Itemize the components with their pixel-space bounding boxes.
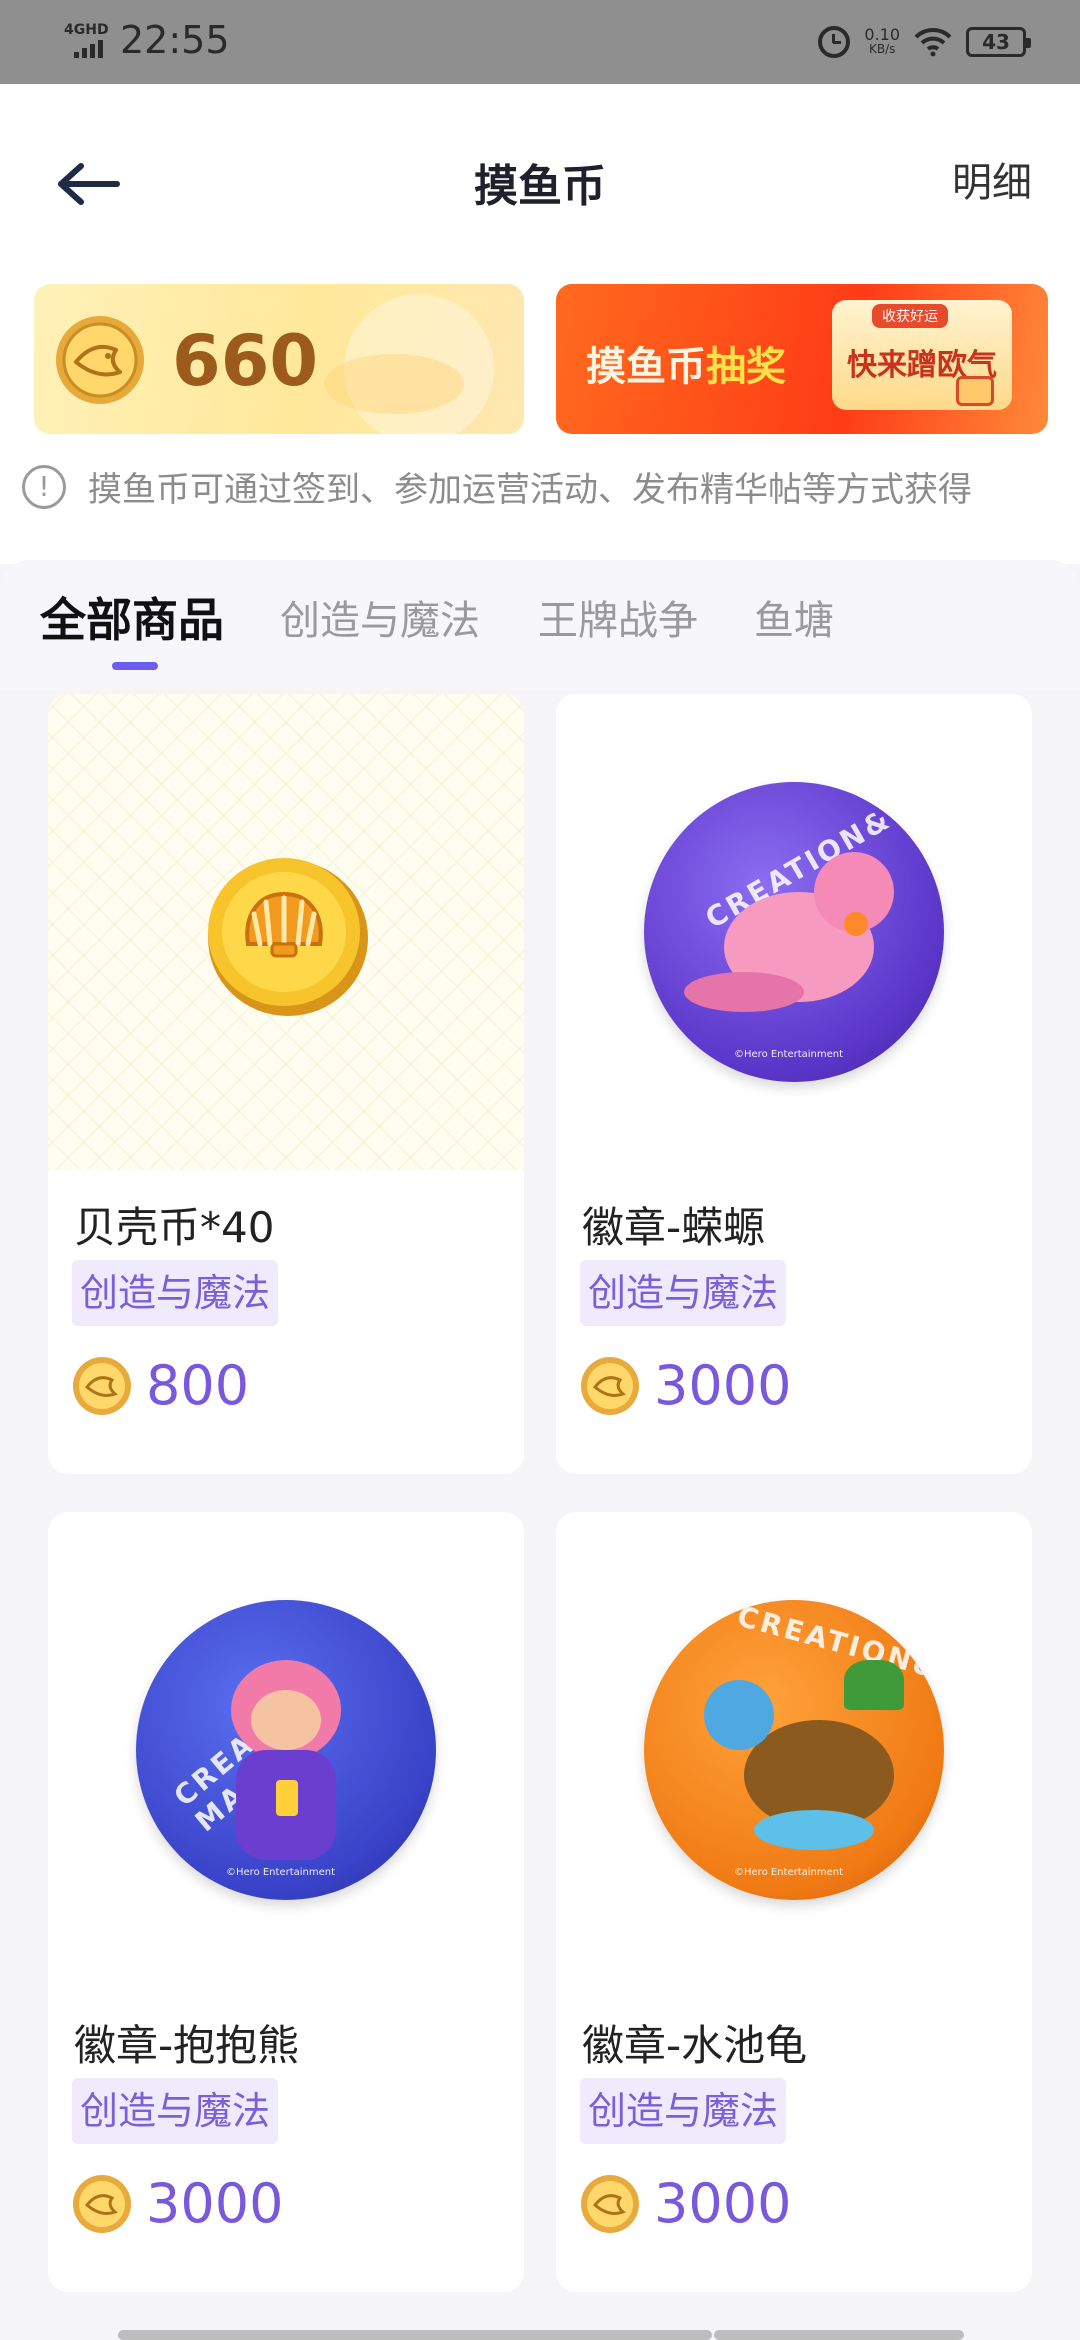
net-speed-unit: KB/s: [868, 42, 896, 56]
net-speed: 0.10 KB/s: [864, 25, 900, 57]
net-speed-value: 0.10: [864, 25, 900, 44]
axolotl-badge-icon: CREATION& ©Hero Entertainment: [644, 782, 944, 1082]
product-card[interactable]: 贝壳币*40 创造与魔法 800: [48, 694, 524, 1474]
badge-credit: ©Hero Entertainment: [734, 1867, 844, 1878]
product-name: 徽章-蝾螈: [582, 1203, 766, 1252]
fish-coin-icon: [73, 1356, 131, 1415]
badge-text: CREATION&M: [733, 1600, 944, 1694]
coin-balance: 660: [172, 320, 319, 402]
product-name: 徽章-水池龟: [582, 2021, 808, 2070]
alarm-icon: [818, 26, 851, 58]
product-card[interactable]: CREATION MAGIC ©Hero Entertainment 徽章-抱抱…: [48, 1512, 524, 2292]
badge-credit: ©Hero Entertainment: [734, 1049, 844, 1060]
fish-coin-icon: [581, 2174, 639, 2233]
tab-ace-war[interactable]: 王牌战争: [538, 588, 698, 646]
product-name: 贝壳币*40: [74, 1203, 275, 1252]
wifi-icon: [914, 27, 952, 57]
product-name: 徽章-抱抱熊: [74, 2021, 300, 2070]
fish-coin-icon: [56, 316, 144, 404]
product-price: 3000: [654, 1354, 792, 1417]
status-bar: 4GHD 22:55 0.10 KB/s 43: [0, 0, 1080, 84]
status-time: 22:55: [120, 18, 230, 62]
info-text: 摸鱼币可通过签到、参加运营活动、发布精华帖等方式获得: [88, 470, 972, 510]
category-tabs: 全部商品 创造与魔法 王牌战争 鱼塘: [0, 560, 1080, 690]
product-category-tag: 创造与魔法: [580, 2078, 787, 2144]
signal-icon: 4GHD: [64, 20, 116, 60]
lottery-title-prefix: 摸鱼币: [586, 344, 706, 390]
badge-credit: ©Hero Entertainment: [226, 1867, 336, 1878]
product-image: CREATION& ©Hero Entertainment: [556, 694, 1032, 1170]
detail-link[interactable]: 明细: [952, 150, 1032, 208]
product-category-tag: 创造与魔法: [72, 2078, 279, 2144]
price-row: 3000: [72, 2172, 283, 2235]
shell-coin-icon: [208, 858, 368, 1016]
coin-balance-card[interactable]: 660: [34, 284, 524, 434]
battery-level: 43: [982, 30, 1010, 54]
product-price: 800: [146, 1354, 250, 1417]
product-card[interactable]: CREATION&M ©Hero Entertainment 徽章-水池龟 创造…: [556, 1512, 1032, 2292]
price-row: 800: [72, 1354, 249, 1417]
lottery-title: 摸鱼币抽奖: [586, 334, 786, 392]
product-price: 3000: [654, 2172, 792, 2235]
battery-icon: 43: [966, 27, 1031, 57]
info-row: ! 摸鱼币可通过签到、参加运营活动、发布精华帖等方式获得: [22, 462, 972, 511]
product-image: [48, 694, 524, 1170]
next-row-peek: [48, 2326, 1048, 2340]
product-category-tag: 创造与魔法: [72, 1260, 279, 1326]
turtle-badge-icon: CREATION&M ©Hero Entertainment: [644, 1600, 944, 1900]
lottery-title-highlight: 抽奖: [706, 344, 786, 390]
tab-fish-pond[interactable]: 鱼塘: [754, 588, 834, 646]
price-row: 3000: [580, 1354, 791, 1417]
info-icon: !: [22, 464, 66, 509]
header: 摸鱼币 明细 660 摸鱼币抽奖 收获好运 快来蹭欧气 ! 摸鱼币可通过签到、参…: [0, 84, 1080, 564]
fish-coin-icon: [581, 1356, 639, 1415]
bear-badge-icon: CREATION MAGIC ©Hero Entertainment: [136, 1600, 436, 1900]
product-category-tag: 创造与魔法: [580, 1260, 787, 1326]
gift-icon: [956, 376, 994, 406]
product-price: 3000: [146, 2172, 284, 2235]
page-title: 摸鱼币: [474, 161, 606, 212]
price-row: 3000: [580, 2172, 791, 2235]
lottery-banner[interactable]: 摸鱼币抽奖 收获好运 快来蹭欧气: [556, 284, 1048, 434]
product-image: CREATION MAGIC ©Hero Entertainment: [48, 1512, 524, 1988]
fish-coin-icon: [73, 2174, 131, 2233]
product-image: CREATION&M ©Hero Entertainment: [556, 1512, 1032, 1988]
product-card[interactable]: CREATION& ©Hero Entertainment 徽章-蝾螈 创造与魔…: [556, 694, 1032, 1474]
lottery-cta[interactable]: 收获好运 快来蹭欧气: [832, 300, 1012, 410]
lottery-tag: 收获好运: [872, 304, 948, 328]
tab-indicator: [112, 662, 158, 670]
tab-all-products[interactable]: 全部商品: [40, 584, 224, 650]
tab-creation-magic[interactable]: 创造与魔法: [280, 588, 480, 646]
network-type: 4GHD: [64, 22, 109, 38]
